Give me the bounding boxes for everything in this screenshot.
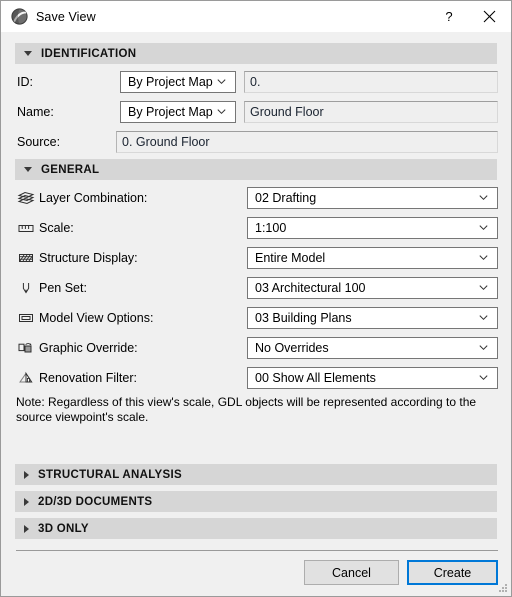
structure-display-dropdown[interactable]: Entire Model [247, 247, 498, 269]
chevron-down-icon [479, 343, 488, 352]
label-layer-combination: Layer Combination: [39, 191, 148, 205]
section-header-3d-only[interactable]: 3D ONLY [15, 518, 497, 539]
chevron-down-icon [217, 77, 226, 86]
section-title-identification: IDENTIFICATION [41, 47, 137, 60]
create-button[interactable]: Create [407, 560, 498, 585]
chevron-right-icon [24, 497, 29, 506]
section-title-2d-3d-documents: 2D/3D DOCUMENTS [38, 495, 153, 508]
label-model-view-options: Model View Options: [39, 311, 154, 325]
row-graphic-override: Graphic Override: No Overrides [1, 336, 511, 360]
layer-combination-dropdown[interactable]: 02 Drafting [247, 187, 498, 209]
close-icon [483, 10, 496, 23]
pen-icon [17, 280, 35, 296]
help-button[interactable]: ? [429, 1, 469, 32]
scale-value: 1:100 [255, 221, 287, 235]
model-view-options-value: 03 Building Plans [255, 311, 352, 325]
layer-combination-value: 02 Drafting [255, 191, 317, 205]
renovation-house-icon [17, 370, 35, 386]
label-pen-set: Pen Set: [39, 281, 87, 295]
structure-hatch-icon [17, 250, 35, 266]
save-view-dialog: Save View ? IDENTIFICATION ID: By Projec… [0, 0, 512, 597]
chevron-down-icon [479, 313, 488, 322]
id-value-field: 0. [244, 71, 498, 93]
graphic-override-icon [17, 340, 35, 356]
label-scale: Scale: [39, 221, 74, 235]
chevron-down-icon [479, 253, 488, 262]
chevron-down-icon [479, 223, 488, 232]
model-view-options-dropdown[interactable]: 03 Building Plans [247, 307, 498, 329]
scale-note-text: Note: Regardless of this view's scale, G… [16, 395, 477, 424]
row-source: Source: 0. Ground Floor [1, 130, 511, 154]
section-header-identification[interactable]: IDENTIFICATION [15, 43, 497, 64]
section-title-general: GENERAL [41, 163, 100, 176]
archicad-globe-icon [11, 8, 28, 25]
label-renovation-filter: Renovation Filter: [39, 371, 137, 385]
dialog-body: IDENTIFICATION ID: By Project Map 0. Nam… [1, 32, 511, 596]
source-value-field: 0. Ground Floor [116, 131, 498, 153]
chevron-down-icon [479, 193, 488, 202]
resize-grip[interactable] [497, 582, 508, 593]
chevron-right-icon [24, 470, 29, 479]
chevron-down-icon [217, 107, 226, 116]
label-structure-display: Structure Display: [39, 251, 138, 265]
id-value: 0. [250, 75, 261, 89]
name-value-field: Ground Floor [244, 101, 498, 123]
section-title-structural-analysis: STRUCTURAL ANALYSIS [38, 468, 182, 481]
scale-dropdown[interactable]: 1:100 [247, 217, 498, 239]
pen-set-value: 03 Architectural 100 [255, 281, 366, 295]
section-title-3d-only: 3D ONLY [38, 522, 89, 535]
row-scale: Scale: 1:100 [1, 216, 511, 240]
chevron-down-icon [24, 167, 32, 172]
model-view-icon [17, 310, 35, 326]
cancel-button-label: Cancel [332, 565, 371, 580]
row-structure-display: Structure Display: Entire Model [1, 246, 511, 270]
row-model-view-options: Model View Options: 03 Building Plans [1, 306, 511, 330]
window-title: Save View [36, 9, 96, 24]
layers-icon [17, 190, 35, 206]
help-icon: ? [445, 9, 453, 24]
chevron-down-icon [479, 373, 488, 382]
chevron-right-icon [24, 524, 29, 533]
id-mode-dropdown[interactable]: By Project Map [120, 71, 236, 93]
row-id: ID: By Project Map 0. [1, 70, 511, 94]
section-header-structural-analysis[interactable]: STRUCTURAL ANALYSIS [15, 464, 497, 485]
source-value: 0. Ground Floor [122, 135, 210, 149]
section-header-2d-3d-documents[interactable]: 2D/3D DOCUMENTS [15, 491, 497, 512]
name-mode-value: By Project Map [128, 105, 213, 119]
renovation-filter-dropdown[interactable]: 00 Show All Elements [247, 367, 498, 389]
close-button[interactable] [469, 1, 509, 32]
renovation-filter-value: 00 Show All Elements [255, 371, 376, 385]
chevron-down-icon [24, 51, 32, 56]
section-header-general[interactable]: GENERAL [15, 159, 497, 180]
graphic-override-value: No Overrides [255, 341, 329, 355]
row-layer-combination: Layer Combination: 02 Drafting [1, 186, 511, 210]
create-button-label: Create [433, 565, 472, 580]
title-bar: Save View ? [1, 1, 511, 32]
row-renovation-filter: Renovation Filter: 00 Show All Elements [1, 366, 511, 390]
structure-display-value: Entire Model [255, 251, 326, 265]
cancel-button[interactable]: Cancel [304, 560, 399, 585]
row-name: Name: By Project Map Ground Floor [1, 100, 511, 124]
label-graphic-override: Graphic Override: [39, 341, 138, 355]
row-pen-set: Pen Set: 03 Architectural 100 [1, 276, 511, 300]
label-source: Source: [17, 135, 61, 149]
pen-set-dropdown[interactable]: 03 Architectural 100 [247, 277, 498, 299]
chevron-down-icon [479, 283, 488, 292]
name-mode-dropdown[interactable]: By Project Map [120, 101, 236, 123]
id-mode-value: By Project Map [128, 75, 213, 89]
name-value: Ground Floor [250, 105, 324, 119]
footer-separator [16, 550, 498, 551]
label-name: Name: [17, 105, 54, 119]
graphic-override-dropdown[interactable]: No Overrides [247, 337, 498, 359]
label-id: ID: [17, 75, 33, 89]
ruler-icon [17, 220, 35, 236]
